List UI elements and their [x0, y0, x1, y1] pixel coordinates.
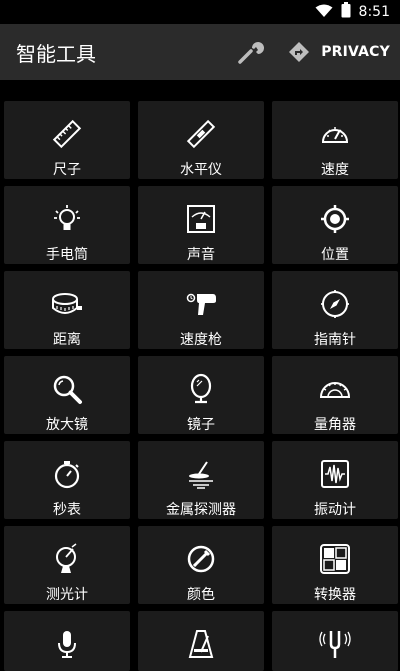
tool-grid: 尺子 水平仪 速度 手电筒 声音 位置 距离 速度枪 指南针 放大镜 镜子 量角… — [4, 101, 398, 671]
mirror-icon — [184, 372, 218, 405]
location-target-icon — [318, 202, 352, 235]
measuring-tape-icon — [50, 287, 84, 320]
magnifier-icon — [50, 372, 84, 405]
tool-magnifier[interactable]: 放大镜 — [4, 356, 130, 434]
tool-label: 镜子 — [187, 417, 215, 433]
unit-converter-icon — [318, 542, 352, 575]
light-meter-icon — [50, 542, 84, 575]
tool-compass[interactable]: 指南针 — [272, 271, 398, 349]
tool-label: 指南针 — [314, 332, 356, 348]
speed-gun-icon — [184, 287, 218, 320]
tool-color[interactable]: 颜色 — [138, 526, 264, 604]
tool-label: 秒表 — [53, 502, 81, 518]
tool-label: 转换器 — [314, 587, 356, 603]
tool-microphone[interactable] — [4, 611, 130, 671]
tool-label: 速度 — [321, 162, 349, 178]
tool-label: 金属探测器 — [166, 502, 236, 518]
tool-label: 放大镜 — [46, 417, 88, 433]
metronome-icon — [184, 627, 218, 661]
flashlight-bulb-icon — [50, 202, 84, 235]
tool-metronome[interactable] — [138, 611, 264, 671]
vibration-meter-icon — [318, 457, 352, 490]
tool-label: 量角器 — [314, 417, 356, 433]
tool-label: 水平仪 — [180, 162, 222, 178]
tool-label: 振动计 — [314, 502, 356, 518]
tool-stopwatch[interactable]: 秒表 — [4, 441, 130, 519]
tool-label: 速度枪 — [180, 332, 222, 348]
tool-label: 距离 — [53, 332, 81, 348]
tool-sound[interactable]: 声音 — [138, 186, 264, 264]
directions-icon[interactable] — [279, 24, 319, 80]
wifi-icon — [315, 3, 333, 22]
stopwatch-icon — [50, 457, 84, 490]
clock: 8:51 — [358, 4, 390, 20]
tool-protractor[interactable]: 量角器 — [272, 356, 398, 434]
ruler-icon — [50, 117, 84, 150]
tool-label: 声音 — [187, 247, 215, 263]
speedometer-icon — [318, 117, 352, 150]
protractor-icon — [318, 372, 352, 405]
tool-flashlight[interactable]: 手电筒 — [4, 186, 130, 264]
tool-speed-gun[interactable]: 速度枪 — [138, 271, 264, 349]
compass-icon — [318, 287, 352, 320]
tool-converter[interactable]: 转换器 — [272, 526, 398, 604]
color-picker-icon — [184, 542, 218, 575]
privacy-button[interactable]: PRIVACY — [319, 44, 400, 60]
tool-mirror[interactable]: 镜子 — [138, 356, 264, 434]
tool-label: 测光计 — [46, 587, 88, 603]
microphone-icon — [50, 627, 84, 661]
app-bar: 智能工具 PRIVACY — [0, 24, 400, 80]
level-icon — [184, 117, 218, 150]
wrench-icon[interactable] — [223, 24, 279, 80]
tool-label: 位置 — [321, 247, 349, 263]
tuning-fork-icon — [318, 627, 352, 661]
tool-vibration[interactable]: 振动计 — [272, 441, 398, 519]
tool-metal-detector[interactable]: 金属探测器 — [138, 441, 264, 519]
tool-level[interactable]: 水平仪 — [138, 101, 264, 179]
tool-label: 颜色 — [187, 587, 215, 603]
tool-tuning-fork[interactable] — [272, 611, 398, 671]
tool-location[interactable]: 位置 — [272, 186, 398, 264]
tool-speed[interactable]: 速度 — [272, 101, 398, 179]
app-title: 智能工具 — [16, 41, 96, 66]
tool-ruler[interactable]: 尺子 — [4, 101, 130, 179]
tool-distance[interactable]: 距离 — [4, 271, 130, 349]
metal-detector-icon — [184, 457, 218, 490]
tool-light-meter[interactable]: 测光计 — [4, 526, 130, 604]
status-bar: 8:51 — [0, 0, 400, 24]
battery-icon — [341, 2, 351, 22]
decibel-meter-icon — [184, 202, 218, 235]
tool-label: 尺子 — [53, 162, 81, 178]
tool-label: 手电筒 — [46, 247, 88, 263]
